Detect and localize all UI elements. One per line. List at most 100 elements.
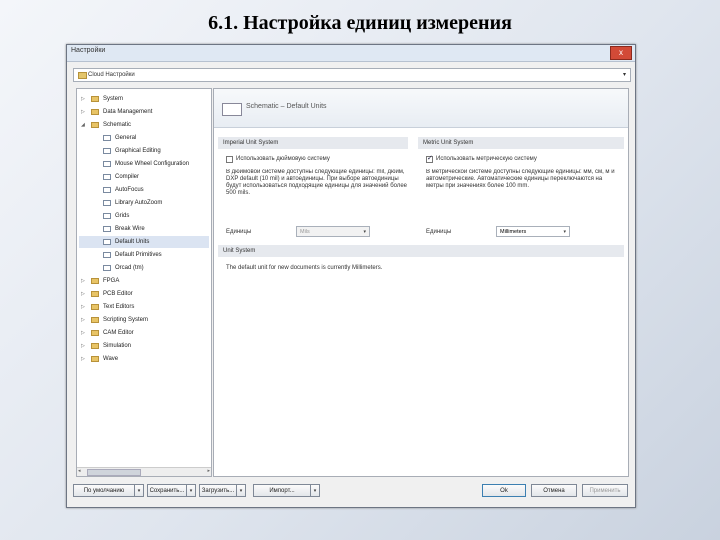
tree-item-label: Scripting System xyxy=(103,317,149,323)
load-button[interactable]: Загрузить... xyxy=(199,484,237,497)
metric-checkbox-label: Использовать метрическую систему xyxy=(436,156,537,162)
tree-item-label: Data Management xyxy=(103,109,153,115)
folder-icon xyxy=(91,278,99,284)
tree-item-label: Graphical Editing xyxy=(115,148,161,154)
folder-icon xyxy=(91,291,99,297)
scroll-right-icon[interactable]: ▸ xyxy=(207,468,210,474)
tree-item-label: Default Primitives xyxy=(115,252,162,258)
tree-item-grids[interactable]: Grids xyxy=(93,210,209,222)
tree-item-autofocus[interactable]: AutoFocus xyxy=(93,184,209,196)
tree-item-graphical-editing[interactable]: Graphical Editing xyxy=(93,145,209,157)
defaults-dropdown-icon[interactable]: ▾ xyxy=(135,484,144,497)
tree-item-fpga[interactable]: ▷ FPGA xyxy=(81,275,209,287)
metric-unit-select[interactable]: Millimeters ▾ xyxy=(496,226,570,237)
tree-item-default-units[interactable]: Default Units xyxy=(79,236,209,248)
expand-icon[interactable]: ▷ xyxy=(81,288,89,300)
expand-icon[interactable]: ▷ xyxy=(81,340,89,352)
tree-item-pcb-editor[interactable]: ▷ PCB Editor xyxy=(81,288,209,300)
unit-system-section-header: Unit System xyxy=(218,245,624,257)
page-icon xyxy=(103,213,111,219)
tree-item-text-editors[interactable]: ▷ Text Editors xyxy=(81,301,209,313)
tree-item-default-primitives[interactable]: Default Primitives xyxy=(93,249,209,261)
metric-checkbox[interactable] xyxy=(426,154,433,163)
page-icon xyxy=(103,265,111,271)
scroll-thumb[interactable] xyxy=(87,469,141,476)
import-dropdown-icon[interactable]: ▾ xyxy=(311,484,320,497)
tree-item-label: Mouse Wheel Configuration xyxy=(115,161,190,167)
folder-icon xyxy=(91,304,99,310)
metric-section-header: Metric Unit System xyxy=(418,137,624,149)
settings-combo[interactable]: Cloud Настройки ▾ xyxy=(73,68,631,82)
collapse-icon[interactable]: ◢ xyxy=(81,119,89,131)
tree-item-label: FPGA xyxy=(103,278,120,284)
tree-item-label: AutoFocus xyxy=(115,187,144,193)
page-icon xyxy=(103,148,111,154)
folder-icon xyxy=(91,317,99,323)
tree-item-label: Text Editors xyxy=(103,304,135,310)
tree-item-orcad[interactable]: Orcad (tm) xyxy=(93,262,209,274)
save-button[interactable]: Сохранить... xyxy=(147,484,187,497)
expand-icon[interactable]: ▷ xyxy=(81,106,89,118)
expand-icon[interactable]: ▷ xyxy=(81,353,89,365)
ok-button[interactable]: Ok xyxy=(482,484,526,497)
tree-item-break-wire[interactable]: Break Wire xyxy=(93,223,209,235)
metric-unit-value: Millimeters xyxy=(500,229,527,235)
metric-description: В метрической системе доступны следующие… xyxy=(426,169,615,189)
tree-item-label: Orcad (tm) xyxy=(115,265,144,271)
window-title: Настройки xyxy=(71,47,106,54)
tree-item-label: Break Wire xyxy=(115,226,145,232)
unit-system-text: The default unit for new documents is cu… xyxy=(226,265,383,271)
tree-item-label: Simulation xyxy=(103,343,132,349)
slide-title: 6.1. Настройка единиц измерения xyxy=(208,12,512,34)
page-icon xyxy=(103,161,111,167)
tree-item-compiler[interactable]: Compiler xyxy=(93,171,209,183)
folder-icon xyxy=(91,356,99,362)
chevron-down-icon: ▾ xyxy=(363,229,366,235)
tree-item-simulation[interactable]: ▷ Simulation xyxy=(81,340,209,352)
tree-item-general[interactable]: General xyxy=(93,132,209,144)
imperial-checkbox[interactable] xyxy=(226,156,233,163)
expand-icon[interactable]: ▷ xyxy=(81,314,89,326)
expand-icon[interactable]: ▷ xyxy=(81,275,89,287)
expand-icon[interactable]: ▷ xyxy=(81,301,89,313)
scroll-left-icon[interactable]: ◂ xyxy=(78,468,81,474)
tree-item-cam-editor[interactable]: ▷ CAM Editor xyxy=(81,327,209,339)
save-dropdown-icon[interactable]: ▾ xyxy=(187,484,196,497)
import-button[interactable]: Импорт... xyxy=(253,484,311,497)
tree-item-library-autozoom[interactable]: Library AutoZoom xyxy=(93,197,209,209)
tree-item-label: System xyxy=(103,96,124,102)
tree-item-mouse-wheel[interactable]: Mouse Wheel Configuration xyxy=(93,158,209,170)
cancel-button[interactable]: Отмена xyxy=(531,484,577,497)
defaults-button[interactable]: По умолчанию xyxy=(73,484,135,497)
page-icon xyxy=(103,252,111,258)
folder-icon xyxy=(91,109,99,115)
page-icon xyxy=(103,239,111,245)
apply-button[interactable]: Применить xyxy=(582,484,628,497)
tree-horizontal-scrollbar[interactable]: ◂ ▸ xyxy=(77,467,211,476)
close-button[interactable]: x xyxy=(610,46,632,60)
tree-item-label: Grids xyxy=(115,213,130,219)
page-icon xyxy=(103,226,111,232)
imperial-description: В дюймовой системе доступны следующие ед… xyxy=(226,169,408,196)
settings-content-panel: Schematic – Default Units Imperial Unit … xyxy=(213,88,629,477)
expand-icon[interactable]: ▷ xyxy=(81,93,89,105)
tree-item-scripting-system[interactable]: ▷ Scripting System xyxy=(81,314,209,326)
page-icon xyxy=(103,174,111,180)
folder-icon xyxy=(91,330,99,336)
tree-item-data-management[interactable]: ▷ Data Management xyxy=(81,106,209,118)
tree-item-label: PCB Editor xyxy=(103,291,133,297)
tree-item-label: Compiler xyxy=(115,174,140,180)
load-dropdown-icon[interactable]: ▾ xyxy=(237,484,246,497)
imperial-unit-select[interactable]: Mils ▾ xyxy=(296,226,370,237)
tree-item-label: Schematic xyxy=(103,122,132,128)
page-icon xyxy=(103,200,111,206)
window-titlebar: Настройки x xyxy=(67,45,635,62)
tree-item-schematic[interactable]: ◢ Schematic xyxy=(81,119,209,131)
imperial-section-header: Imperial Unit System xyxy=(218,137,408,149)
expand-icon[interactable]: ▷ xyxy=(81,327,89,339)
tree-item-wave[interactable]: ▷ Wave xyxy=(81,353,209,365)
tree-item-system[interactable]: ▷ System xyxy=(81,93,209,105)
imperial-checkbox-label: Использовать дюймовую систему xyxy=(236,156,330,162)
metric-unit-label: Единицы xyxy=(426,229,452,235)
folder-icon xyxy=(91,343,99,349)
